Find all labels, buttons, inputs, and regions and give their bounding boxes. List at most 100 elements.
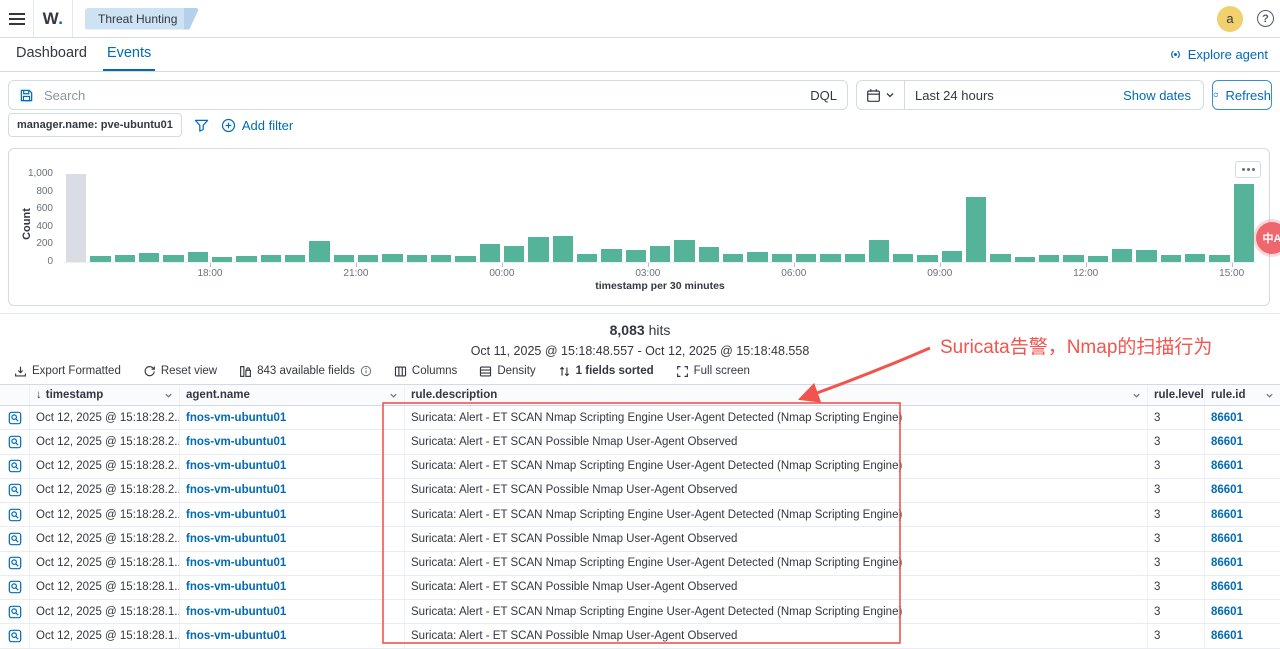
histogram-bar[interactable] (942, 251, 962, 262)
export-formatted-button[interactable]: Export Formatted (14, 365, 121, 378)
agent-name-link[interactable]: fnos-vm-ubuntu01 (180, 479, 405, 502)
calendar-dropdown-button[interactable] (857, 81, 905, 109)
chevron-down-icon[interactable] (164, 391, 173, 400)
add-filter-button[interactable]: Add filter (221, 118, 293, 133)
expand-document-button[interactable] (0, 479, 30, 502)
histogram-bar[interactable] (407, 255, 427, 262)
available-fields-button[interactable]: 843 available fields (239, 365, 372, 378)
rule-id-link[interactable]: 86601 (1205, 406, 1280, 429)
histogram-bar[interactable] (869, 240, 889, 262)
columns-button[interactable]: Columns (394, 365, 457, 378)
tab-dashboard[interactable]: Dashboard (12, 38, 91, 71)
search-input[interactable] (44, 88, 802, 103)
agent-name-link[interactable]: fnos-vm-ubuntu01 (180, 455, 405, 478)
header-agent-name[interactable]: agent.name (180, 385, 405, 405)
full-screen-button[interactable]: Full screen (676, 365, 750, 378)
help-icon[interactable]: ? (1257, 10, 1274, 27)
expand-document-button[interactable] (0, 455, 30, 478)
histogram-bar[interactable] (723, 254, 743, 262)
histogram-bar[interactable] (1209, 255, 1229, 262)
panel-options-button[interactable] (1235, 161, 1261, 178)
rule-id-link[interactable]: 86601 (1205, 479, 1280, 502)
sorted-fields-button[interactable]: 1 fields sorted (558, 365, 654, 378)
query-language-button[interactable]: DQL (802, 88, 837, 103)
histogram-bar[interactable] (528, 237, 548, 262)
header-rule-description[interactable]: rule.description (405, 385, 1148, 405)
histogram-bar[interactable] (382, 254, 402, 262)
histogram-bar[interactable] (990, 254, 1010, 262)
histogram-bar[interactable] (66, 174, 86, 262)
user-avatar[interactable]: a (1217, 6, 1243, 32)
agent-name-link[interactable]: fnos-vm-ubuntu01 (180, 503, 405, 526)
rule-id-link[interactable]: 86601 (1205, 600, 1280, 623)
agent-name-link[interactable]: fnos-vm-ubuntu01 (180, 527, 405, 550)
histogram-bar[interactable] (601, 249, 621, 262)
chevron-down-icon[interactable] (1265, 391, 1274, 400)
agent-name-link[interactable]: fnos-vm-ubuntu01 (180, 552, 405, 575)
histogram-bar[interactable] (1185, 254, 1205, 262)
histogram-bar[interactable] (772, 254, 792, 262)
agent-name-link[interactable]: fnos-vm-ubuntu01 (180, 624, 405, 647)
histogram-bar[interactable] (1112, 249, 1132, 262)
histogram-bar[interactable] (285, 255, 305, 262)
reset-view-button[interactable]: Reset view (143, 365, 217, 378)
agent-name-link[interactable]: fnos-vm-ubuntu01 (180, 406, 405, 429)
histogram-bar[interactable] (917, 255, 937, 262)
filter-pill-manager-name[interactable]: manager.name: pve-ubuntu01 (8, 113, 182, 137)
histogram-bar[interactable] (553, 236, 573, 262)
header-rule-id[interactable]: rule.id (1205, 385, 1280, 405)
info-icon[interactable] (360, 365, 372, 377)
filter-funnel-button[interactable] (194, 118, 209, 133)
histogram-bar[interactable] (163, 255, 183, 262)
time-range-value[interactable]: Last 24 hours (905, 88, 994, 103)
histogram-bar[interactable] (1234, 184, 1254, 262)
histogram-bar[interactable] (1136, 250, 1156, 262)
histogram-bar[interactable] (480, 244, 500, 262)
refresh-button[interactable]: Refresh (1212, 80, 1272, 110)
rule-id-link[interactable]: 86601 (1205, 576, 1280, 599)
expand-document-button[interactable] (0, 552, 30, 575)
histogram-bar[interactable] (893, 254, 913, 262)
histogram-bar[interactable] (115, 255, 135, 262)
histogram-bar[interactable] (674, 240, 694, 262)
rule-id-link[interactable]: 86601 (1205, 624, 1280, 647)
histogram-bar[interactable] (699, 247, 719, 262)
histogram-bar[interactable] (334, 255, 354, 262)
histogram-bar[interactable] (845, 254, 865, 262)
histogram-bar[interactable] (650, 246, 670, 262)
save-query-icon[interactable] (19, 88, 34, 103)
histogram-bar[interactable] (626, 250, 646, 262)
histogram-bar[interactable] (1161, 255, 1181, 262)
expand-document-button[interactable] (0, 430, 30, 453)
expand-document-button[interactable] (0, 527, 30, 550)
histogram-bar[interactable] (261, 255, 281, 262)
chevron-down-icon[interactable] (1132, 391, 1141, 400)
histogram-bar[interactable] (1039, 255, 1059, 262)
expand-document-button[interactable] (0, 600, 30, 623)
histogram-bar[interactable] (577, 254, 597, 262)
rule-id-link[interactable]: 86601 (1205, 527, 1280, 550)
rule-id-link[interactable]: 86601 (1205, 503, 1280, 526)
explore-agent-button[interactable]: Explore agent (1168, 47, 1268, 62)
rule-id-link[interactable]: 86601 (1205, 430, 1280, 453)
show-dates-button[interactable]: Show dates (1123, 88, 1203, 103)
histogram-bar[interactable] (139, 253, 159, 262)
histogram-bar[interactable] (820, 254, 840, 262)
expand-document-button[interactable] (0, 624, 30, 647)
header-timestamp[interactable]: ↓ timestamp (30, 385, 180, 405)
breadcrumb-threat-hunting[interactable]: Threat Hunting (85, 8, 199, 30)
histogram-bar[interactable] (188, 252, 208, 262)
header-rule-level[interactable]: rule.level (1148, 385, 1205, 405)
histogram-bar[interactable] (966, 197, 986, 262)
translate-badge[interactable]: 中A (1256, 222, 1280, 254)
histogram-bar[interactable] (747, 252, 767, 262)
agent-name-link[interactable]: fnos-vm-ubuntu01 (180, 600, 405, 623)
chevron-down-icon[interactable] (389, 391, 398, 400)
rule-id-link[interactable]: 86601 (1205, 455, 1280, 478)
histogram-bar[interactable] (1063, 255, 1083, 262)
agent-name-link[interactable]: fnos-vm-ubuntu01 (180, 430, 405, 453)
rule-id-link[interactable]: 86601 (1205, 552, 1280, 575)
expand-document-button[interactable] (0, 406, 30, 429)
histogram-bar[interactable] (358, 255, 378, 262)
expand-document-button[interactable] (0, 576, 30, 599)
